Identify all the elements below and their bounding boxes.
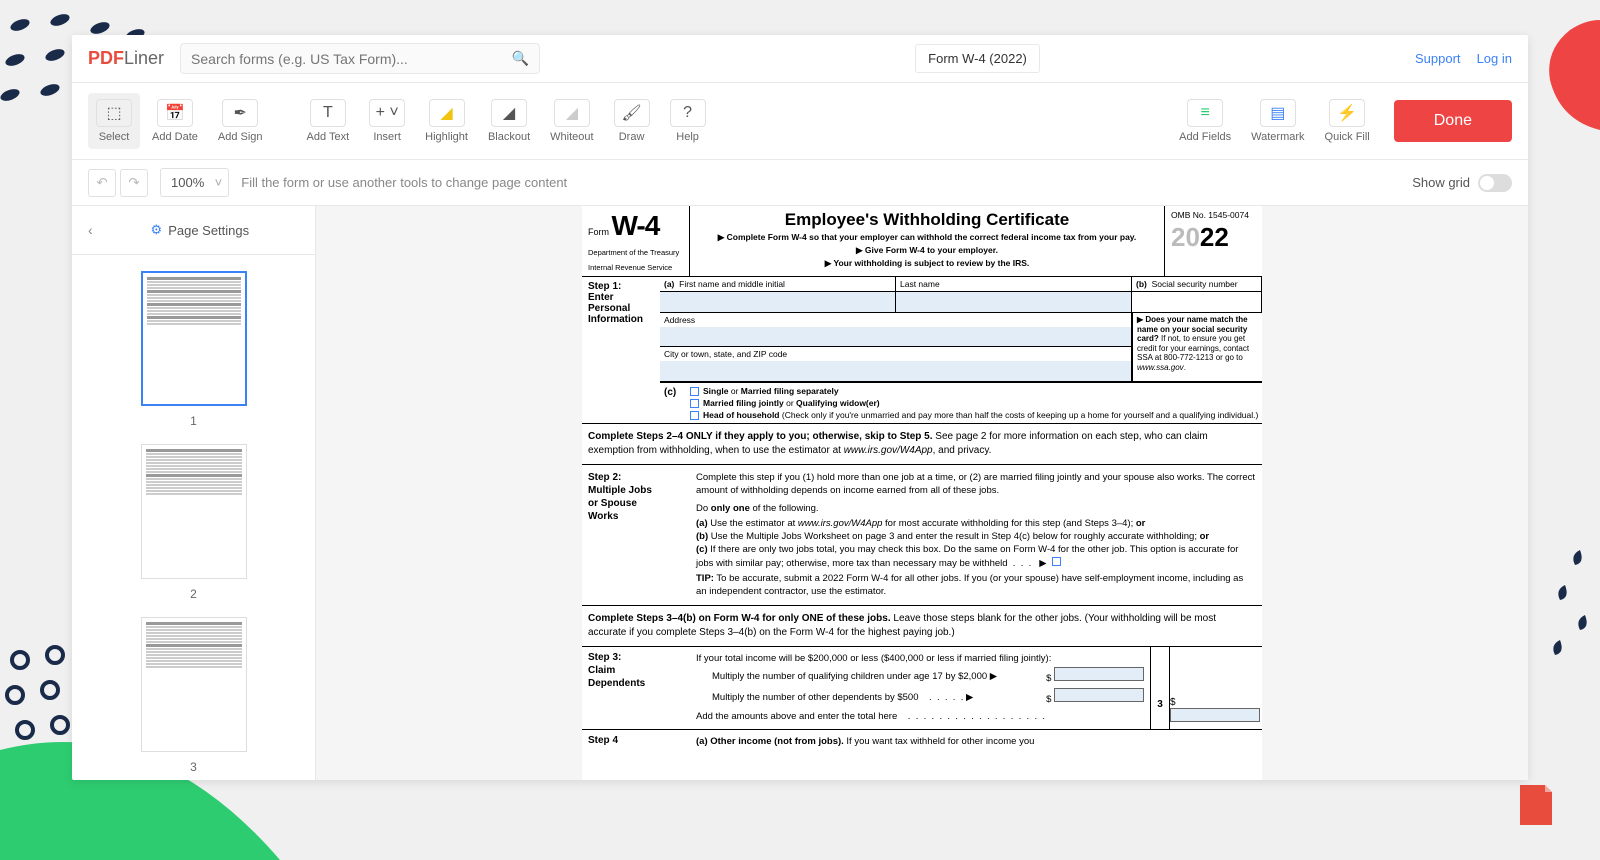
page-thumb-3[interactable] <box>141 617 247 752</box>
toggle-switch[interactable] <box>1478 174 1512 192</box>
subbar: ↶ ↷ 100% ˅ Fill the form or use another … <box>72 160 1528 206</box>
page-thumb-2[interactable] <box>141 444 247 579</box>
filing-joint-checkbox[interactable] <box>690 399 699 408</box>
app-window: PDFLiner 🔍 Form W-4 (2022) Support Log i… <box>72 35 1528 780</box>
step2c-checkbox[interactable] <box>1052 557 1061 566</box>
sidebar-header: ‹ ⚙Page Settings <box>72 206 315 255</box>
lightning-icon: ⚡ <box>1337 103 1357 123</box>
page-thumb-1[interactable] <box>141 271 247 406</box>
header-links: Support Log in <box>1415 51 1512 66</box>
page-settings-button[interactable]: ⚙Page Settings <box>97 222 303 238</box>
search-input[interactable] <box>191 51 512 67</box>
blackout-icon: ◢ <box>503 103 515 123</box>
workspace: ‹ ⚙Page Settings 1 2 3 <box>72 206 1528 780</box>
help-tool[interactable]: ?Help <box>662 93 714 149</box>
quick-fill-tool[interactable]: ⚡Quick Fill <box>1317 93 1378 149</box>
address-field[interactable] <box>660 327 1132 347</box>
doc-title: Employee's Withholding Certificate <box>694 210 1160 230</box>
question-icon: ? <box>683 104 692 122</box>
add-sign-tool[interactable]: ✒Add Sign <box>210 93 271 149</box>
select-tool[interactable]: ⬚Select <box>88 93 140 149</box>
signature-icon: ✒ <box>234 103 247 123</box>
step3-total-amount[interactable] <box>1170 708 1260 722</box>
settings-icon: ⚙ <box>151 222 163 238</box>
step3-children-amount[interactable] <box>1054 667 1144 681</box>
page-num-3: 3 <box>72 760 315 774</box>
watermark-icon: ▤ <box>1270 103 1285 123</box>
text-icon: T <box>323 104 333 122</box>
brush-icon: 🖌 <box>621 103 641 123</box>
calendar-icon: 📅 <box>165 103 185 123</box>
fields-icon: ≡ <box>1200 104 1209 122</box>
search-box[interactable]: 🔍 <box>180 43 540 74</box>
show-grid-toggle[interactable]: Show grid <box>1412 174 1512 192</box>
support-link[interactable]: Support <box>1415 51 1461 66</box>
collapse-sidebar-button[interactable]: ‹ <box>84 218 97 242</box>
step3-dependents-amount[interactable] <box>1054 688 1144 702</box>
hint-text: Fill the form or use another tools to ch… <box>241 175 567 190</box>
cursor-icon: ⬚ <box>106 103 121 123</box>
draw-tool[interactable]: 🖌Draw <box>606 93 658 149</box>
city-field[interactable] <box>660 361 1132 381</box>
sidebar: ‹ ⚙Page Settings 1 2 3 <box>72 206 316 780</box>
plus-icon: + ˅ <box>376 104 399 122</box>
highlight-tool[interactable]: ◢Highlight <box>417 93 476 149</box>
toolbar: ⬚Select 📅Add Date ✒Add Sign TAdd Text + … <box>72 83 1528 160</box>
document-page: Form W-4 Department of the Treasury Inte… <box>582 206 1262 780</box>
first-name-field[interactable] <box>660 292 896 312</box>
search-icon[interactable]: 🔍 <box>512 50 529 67</box>
document-canvas[interactable]: Form W-4 Department of the Treasury Inte… <box>316 206 1528 780</box>
redo-button[interactable]: ↷ <box>120 169 148 197</box>
add-text-tool[interactable]: TAdd Text <box>299 93 358 149</box>
form-name-badge: Form W-4 (2022) <box>915 44 1040 73</box>
page-thumbnails[interactable]: 1 2 3 <box>72 255 315 780</box>
chevron-down-icon: ˅ <box>215 175 223 190</box>
step1-label: Step 1: Enter Personal Information <box>582 277 660 423</box>
whiteout-tool[interactable]: ◢Whiteout <box>542 93 601 149</box>
highlighter-icon: ◢ <box>440 103 452 123</box>
header-bar: PDFLiner 🔍 Form W-4 (2022) Support Log i… <box>72 35 1528 83</box>
insert-tool[interactable]: + ˅Insert <box>361 93 413 149</box>
filing-single-checkbox[interactable] <box>690 387 699 396</box>
whiteout-icon: ◢ <box>566 103 578 123</box>
undo-button[interactable]: ↶ <box>88 169 116 197</box>
login-link[interactable]: Log in <box>1477 51 1512 66</box>
filing-hoh-checkbox[interactable] <box>690 411 699 420</box>
zoom-select[interactable]: 100% ˅ <box>160 168 229 197</box>
logo: PDFLiner <box>88 48 164 69</box>
add-date-tool[interactable]: 📅Add Date <box>144 93 206 149</box>
add-fields-tool[interactable]: ≡Add Fields <box>1171 93 1239 149</box>
done-button[interactable]: Done <box>1394 100 1512 142</box>
last-name-field[interactable] <box>896 292 1132 312</box>
blackout-tool[interactable]: ◢Blackout <box>480 93 538 149</box>
page-num-1: 1 <box>72 414 315 428</box>
page-num-2: 2 <box>72 587 315 601</box>
watermark-tool[interactable]: ▤Watermark <box>1243 93 1312 149</box>
